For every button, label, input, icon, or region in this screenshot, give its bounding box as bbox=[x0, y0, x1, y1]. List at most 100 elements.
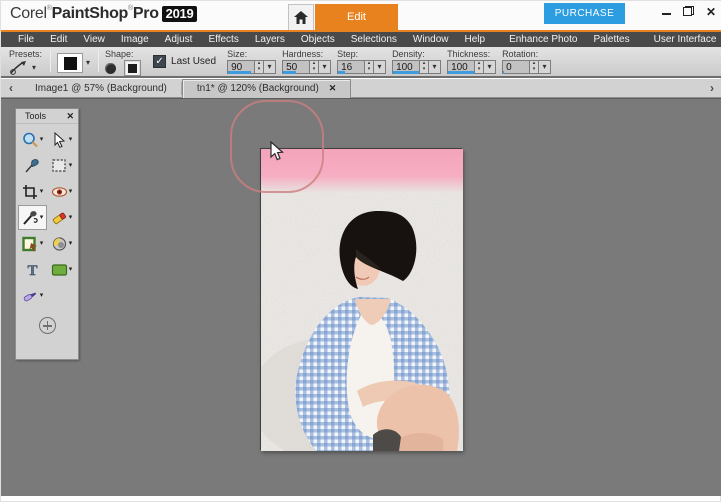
hardness-value[interactable]: 50 bbox=[282, 60, 311, 74]
menu-image[interactable]: Image bbox=[114, 34, 156, 45]
shape-group: Shape: bbox=[103, 48, 145, 76]
menu-user-interface[interactable]: User Interface bbox=[647, 34, 721, 45]
brand-product: PaintShop bbox=[51, 5, 129, 22]
dodge-burn-icon bbox=[52, 236, 66, 251]
text-tool[interactable]: T bbox=[18, 257, 47, 282]
rotation-value[interactable]: 0 bbox=[502, 60, 531, 74]
density-dropdown[interactable]: ▾ bbox=[429, 60, 442, 74]
tab-tn1-active[interactable]: tn1* @ 120% (Background) ✕ bbox=[181, 78, 352, 98]
menu-adjust[interactable]: Adjust bbox=[158, 34, 200, 45]
tools-palette-titlebar[interactable]: Tools ✕ bbox=[16, 109, 78, 124]
menu-edit[interactable]: Edit bbox=[43, 34, 74, 45]
chevron-down-icon: ▾ bbox=[32, 62, 37, 72]
window-controls: ✕ bbox=[661, 3, 716, 21]
rotation-dropdown[interactable]: ▾ bbox=[539, 60, 552, 74]
menu-selections[interactable]: Selections bbox=[344, 34, 404, 45]
edit-workspace-tab[interactable]: Edit bbox=[315, 4, 398, 30]
text-icon: T bbox=[27, 262, 37, 278]
add-tools-button[interactable] bbox=[38, 317, 56, 334]
hardness-stepper[interactable]: ▴ ▾ bbox=[310, 60, 320, 74]
chevron-down-icon[interactable]: ▾ bbox=[86, 59, 90, 67]
thickness-dropdown[interactable]: ▾ bbox=[484, 60, 497, 74]
brand-corel: Corel bbox=[10, 5, 47, 22]
tools-footer bbox=[16, 317, 78, 334]
tools-palette: Tools ✕ ▾ ▾ ▾ ▾ ▾ ▾ ▾ ▾ ▾ T ▾ ▾ bbox=[15, 108, 79, 360]
selection-tool[interactable]: ▾ bbox=[47, 153, 76, 178]
pick-arrow-icon bbox=[54, 131, 65, 148]
photo-woman-on-sand bbox=[261, 149, 463, 451]
size-dropdown[interactable]: ▾ bbox=[264, 60, 277, 74]
tab-tn1-label: tn1* @ 120% (Background) bbox=[196, 83, 319, 94]
clone-brush-tool[interactable]: ▾ bbox=[18, 205, 47, 230]
size-spinner: Size: 90 ▴ ▾ ▾ bbox=[224, 48, 279, 74]
dropper-tool[interactable] bbox=[18, 153, 47, 178]
last-used-checkbox[interactable]: ✓ bbox=[153, 54, 167, 68]
step-dropdown[interactable]: ▾ bbox=[374, 60, 387, 74]
zoom-tool[interactable]: ▾ bbox=[18, 127, 47, 152]
toolbar-separator bbox=[98, 50, 100, 72]
thickness-spinner: Thickness: 100 ▴ ▾ ▾ bbox=[444, 48, 499, 74]
hardness-dropdown[interactable]: ▾ bbox=[319, 60, 332, 74]
square-tip-button[interactable] bbox=[124, 60, 142, 76]
tab-scroll-right-icon[interactable]: › bbox=[702, 81, 721, 95]
thickness-stepper[interactable]: ▴ ▾ bbox=[475, 60, 485, 74]
red-eye-tool[interactable]: ▾ bbox=[47, 179, 76, 204]
last-used-label: Last Used bbox=[171, 55, 217, 67]
step-fill-bar bbox=[338, 71, 346, 74]
image-canvas[interactable] bbox=[260, 148, 463, 451]
minimize-button[interactable] bbox=[661, 6, 671, 18]
menu-objects[interactable]: Objects bbox=[294, 34, 342, 45]
rotation-stepper[interactable]: ▴ ▾ bbox=[530, 60, 540, 74]
presets-dropdown[interactable]: ▾ bbox=[9, 60, 42, 75]
crop-icon bbox=[22, 184, 37, 199]
eraser-tool[interactable]: ▾ bbox=[47, 205, 76, 230]
hardness-spinner: Hardness: 50 ▴ ▾ ▾ bbox=[279, 48, 334, 74]
home-tab[interactable] bbox=[288, 4, 314, 30]
size-stepper[interactable]: ▴ ▾ bbox=[255, 60, 265, 74]
presets-label: Presets: bbox=[9, 49, 43, 59]
dropper-icon bbox=[25, 158, 39, 172]
brand-pro: Pro bbox=[132, 5, 159, 22]
menu-palettes[interactable]: Palettes bbox=[586, 34, 636, 45]
menu-view[interactable]: View bbox=[76, 34, 112, 45]
brush-tip-preview bbox=[63, 56, 77, 70]
step-stepper[interactable]: ▴ ▾ bbox=[365, 60, 375, 74]
thickness-value[interactable]: 100 bbox=[447, 60, 476, 74]
crop-tool[interactable]: ▾ bbox=[18, 179, 47, 204]
tab-image1[interactable]: Image1 @ 57% (Background) bbox=[21, 79, 181, 98]
purchase-label: PURCHASE bbox=[554, 8, 615, 19]
menu-window[interactable]: Window bbox=[406, 34, 456, 45]
app-logo: Corel®PaintShop®Pro 2019 bbox=[10, 5, 198, 23]
tools-close-icon[interactable]: ✕ bbox=[66, 111, 74, 122]
dodge-burn-tool[interactable]: ▾ bbox=[47, 231, 76, 256]
menu-file[interactable]: File bbox=[11, 34, 41, 45]
tab-close-icon[interactable]: ✕ bbox=[329, 83, 337, 94]
thickness-fill-bar bbox=[448, 71, 475, 74]
oil-brush-tool[interactable]: ▾ bbox=[18, 283, 47, 308]
step-value[interactable]: 16 bbox=[337, 60, 366, 74]
pick-tool[interactable]: ▾ bbox=[47, 127, 76, 152]
edit-tab-label: Edit bbox=[347, 11, 366, 23]
restore-button[interactable] bbox=[682, 6, 694, 18]
round-tip-button[interactable] bbox=[105, 62, 117, 74]
hardness-fill-bar bbox=[283, 71, 297, 74]
menu-layers[interactable]: Layers bbox=[248, 34, 292, 45]
purchase-button[interactable]: PURCHASE bbox=[544, 3, 625, 24]
brush-tip-swatch[interactable] bbox=[57, 53, 84, 73]
size-value[interactable]: 90 bbox=[227, 60, 256, 74]
density-value[interactable]: 100 bbox=[392, 60, 421, 74]
document-tab-bar: ‹ Image1 @ 57% (Background) tn1* @ 120% … bbox=[1, 78, 721, 98]
menu-enhance-photo[interactable]: Enhance Photo bbox=[502, 34, 584, 45]
preset-shape-tool[interactable]: ▾ bbox=[47, 257, 76, 282]
density-stepper[interactable]: ▴ ▾ bbox=[420, 60, 430, 74]
close-button[interactable]: ✕ bbox=[706, 6, 716, 18]
density-fill-bar bbox=[393, 71, 420, 74]
picture-frame-icon bbox=[22, 236, 37, 251]
shape-rectangle-icon bbox=[51, 263, 67, 276]
menu-help[interactable]: Help bbox=[457, 34, 492, 45]
svg-text:T: T bbox=[27, 263, 37, 278]
minimize-icon bbox=[661, 13, 671, 15]
menu-effects[interactable]: Effects bbox=[201, 34, 245, 45]
tab-scroll-left-icon[interactable]: ‹ bbox=[1, 81, 21, 95]
picture-frame-tool[interactable]: ▾ bbox=[18, 231, 47, 256]
